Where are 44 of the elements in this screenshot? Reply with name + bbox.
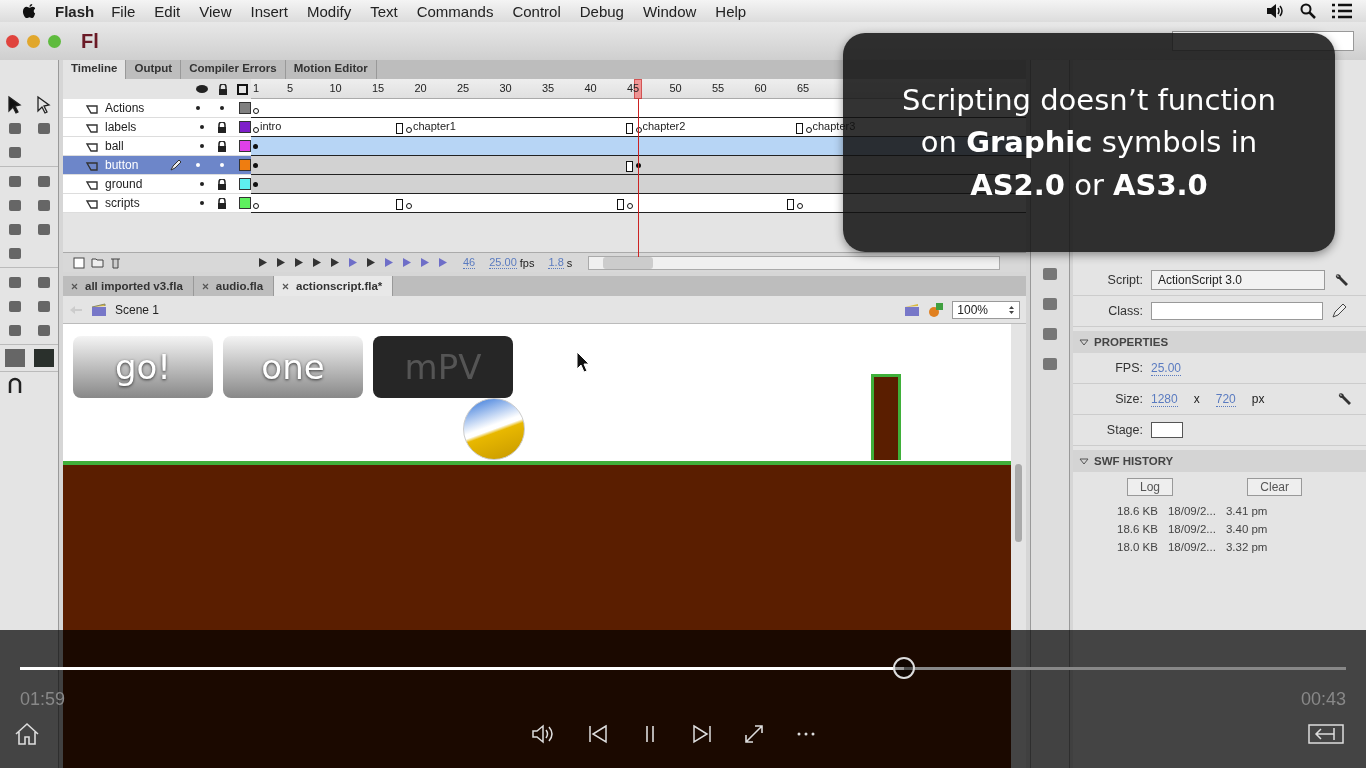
- field-label: FPS:: [1114, 361, 1143, 375]
- history-time: 3.32 pm: [1225, 541, 1268, 553]
- frame-number: 5: [287, 82, 294, 94]
- frame-number: 40: [584, 82, 597, 94]
- history-date: 18/09/2...: [1167, 505, 1216, 517]
- remaining-time: 00:43: [1300, 689, 1346, 710]
- history-time: 3.40 pm: [1225, 523, 1268, 535]
- layer-name: Actions: [105, 101, 145, 115]
- frame-number: 55: [712, 82, 725, 94]
- frame-number: 50: [669, 82, 682, 94]
- size-unit: px: [1251, 392, 1265, 406]
- field-label: Stage:: [1105, 423, 1143, 437]
- layer-name: ground: [105, 177, 143, 191]
- frame-number: 15: [372, 82, 385, 94]
- frame-label: chapter2: [642, 120, 686, 132]
- history-date: 18/09/2...: [1167, 523, 1216, 535]
- frame-number: 65: [797, 82, 810, 94]
- field-label: Class:: [1107, 304, 1143, 318]
- frame-number: 25: [457, 82, 470, 94]
- size-separator: x: [1193, 392, 1200, 406]
- app-logo: Fl: [81, 29, 99, 53]
- frame-number: 35: [542, 82, 555, 94]
- layer-name: scripts: [105, 196, 140, 210]
- field-label: Size:: [1114, 392, 1143, 406]
- history-date: 18/09/2...: [1167, 541, 1216, 553]
- layer-name: ball: [105, 139, 124, 153]
- file-size: 18.0 KB: [1117, 541, 1158, 553]
- frame-rate-unit: fps: [519, 256, 535, 269]
- frame-number: 10: [329, 82, 342, 94]
- scene-name: Scene 1: [115, 302, 160, 317]
- frame-number: 20: [414, 82, 427, 94]
- field-label: Script:: [1106, 273, 1143, 287]
- layer-name: button: [105, 158, 139, 172]
- caption-text: Scripting doesn’t function on Graphic symbols in AS2.0 or AS3.0: [902, 82, 1276, 204]
- history-time: 3.41 pm: [1225, 505, 1268, 517]
- file-size: 18.6 KB: [1117, 505, 1158, 517]
- layer-name: labels: [105, 120, 137, 134]
- time-unit: s: [566, 256, 573, 269]
- frame-number: 1: [253, 82, 260, 94]
- frame-label: chapter1: [413, 120, 456, 132]
- frame-number: 30: [499, 82, 512, 94]
- frame-label: intro: [260, 120, 282, 132]
- frame-number: 60: [754, 82, 767, 94]
- file-size: 18.6 KB: [1117, 523, 1158, 535]
